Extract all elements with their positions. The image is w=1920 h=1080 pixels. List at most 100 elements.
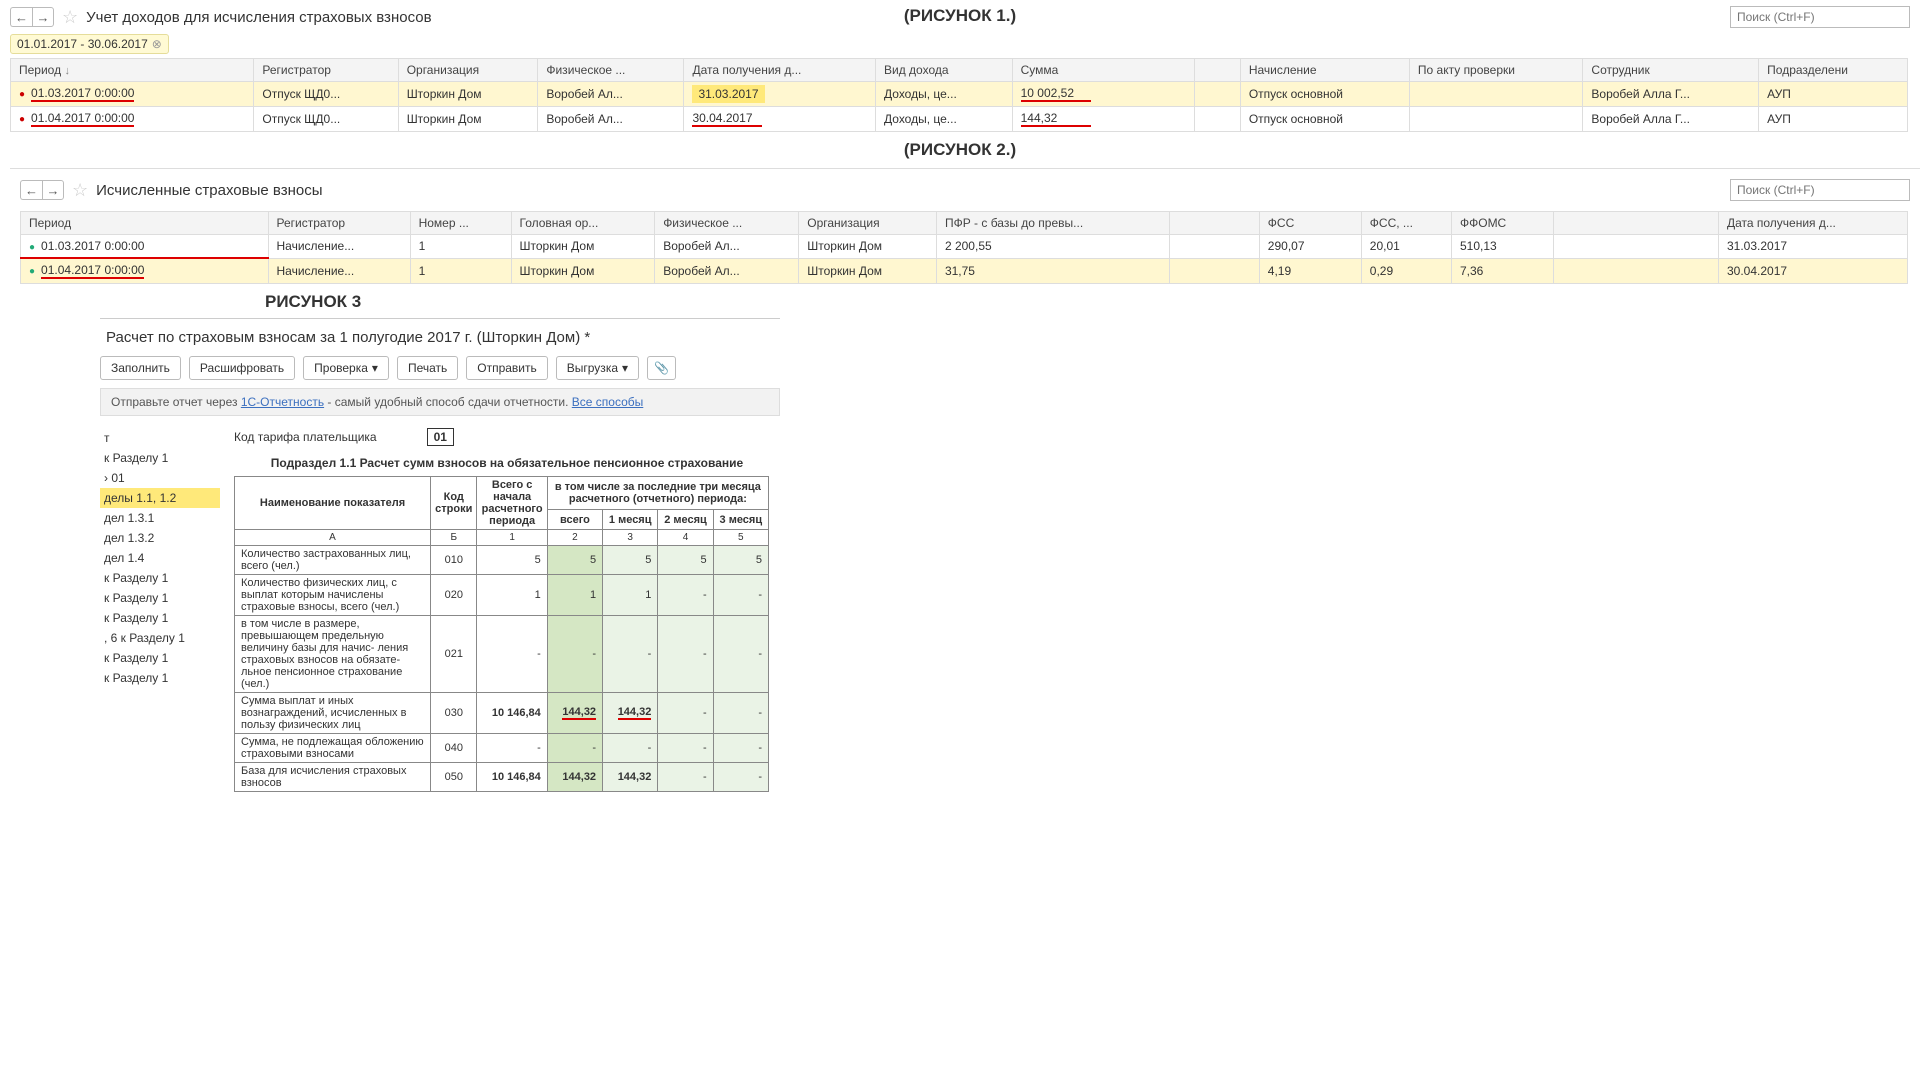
tree-item[interactable]: дел 1.3.1 <box>100 508 220 528</box>
table-row[interactable]: База для исчисления страховых взносов050… <box>235 763 769 792</box>
form-main: Код тарифа плательщика 01 Подраздел 1.1 … <box>234 428 780 792</box>
figure-2: ← → ☆ Исчисленные страховые взносы Перио… <box>10 168 1920 284</box>
star-icon[interactable]: ☆ <box>72 180 88 201</box>
col-period[interactable]: Период <box>21 212 269 235</box>
fill-button[interactable]: Заполнить <box>100 356 181 380</box>
page-title: Учет доходов для исчисления страховых вз… <box>86 9 431 26</box>
check-button[interactable]: Проверка▾ <box>303 356 389 380</box>
col-employee[interactable]: Сотрудник <box>1583 59 1759 82</box>
col-sum[interactable]: Сумма <box>1012 59 1195 82</box>
decode-button[interactable]: Расшифровать <box>189 356 295 380</box>
th-group: в том числе за последние три месяца расч… <box>547 477 768 510</box>
badge-text: 01.01.2017 - 30.06.2017 <box>17 37 148 51</box>
col-department[interactable]: Подразделени <box>1759 59 1908 82</box>
period-filter-badge[interactable]: 01.01.2017 - 30.06.2017 ⊗ <box>10 34 169 54</box>
col-registrar[interactable]: Регистратор <box>268 212 410 235</box>
col-period[interactable]: Период ↓ <box>11 59 254 82</box>
tree-item[interactable]: к Разделу 1 <box>100 588 220 608</box>
th-code: Код строки <box>431 477 477 530</box>
col-registrar[interactable]: Регистратор <box>254 59 398 82</box>
col-pfr[interactable]: ПФР - с базы до превы... <box>936 212 1169 235</box>
back-button[interactable]: ← <box>10 7 32 27</box>
tree-item[interactable]: к Разделу 1 <box>100 448 220 468</box>
tree-item[interactable]: делы 1.1, 1.2 <box>100 488 220 508</box>
col-fss[interactable]: ФСС <box>1259 212 1361 235</box>
table-row[interactable]: Сумма выплат и иных вознаграждений, исчи… <box>235 693 769 734</box>
report-title: Расчет по страховым взносам за 1 полугод… <box>106 329 780 346</box>
divider <box>100 318 780 319</box>
col-organization[interactable]: Организация <box>799 212 937 235</box>
star-icon[interactable]: ☆ <box>62 7 78 28</box>
col-ffoms[interactable]: ФФОМС <box>1451 212 1553 235</box>
table-row[interactable]: ●01.04.2017 0:00:00Начисление...1Шторкин… <box>21 258 1908 284</box>
export-button[interactable]: Выгрузка▾ <box>556 356 639 380</box>
th-m2: 2 месяц <box>658 510 713 530</box>
col-number[interactable]: Номер ... <box>410 212 511 235</box>
figure-caption-2: (РИСУНОК 2.) <box>0 140 1920 160</box>
col-person[interactable]: Физическое ... <box>538 59 684 82</box>
th-vsego: всего <box>547 510 602 530</box>
col-person[interactable]: Физическое ... <box>655 212 799 235</box>
th-m1: 1 месяц <box>603 510 658 530</box>
col-audit[interactable]: По акту проверки <box>1409 59 1583 82</box>
table-row[interactable]: Количество застрахованных лиц, всего (че… <box>235 546 769 575</box>
col-organization[interactable]: Организация <box>398 59 538 82</box>
col-income-type[interactable]: Вид дохода <box>876 59 1013 82</box>
forward-button[interactable]: → <box>32 7 54 27</box>
close-icon[interactable]: ⊗ <box>152 37 162 51</box>
send-button[interactable]: Отправить <box>466 356 548 380</box>
table-row[interactable]: в том числе в размере, превышающем преде… <box>235 616 769 693</box>
regulatory-table: Наименование показателя Код строки Всего… <box>234 476 769 792</box>
tree-item[interactable]: дел 1.4 <box>100 548 220 568</box>
figure-3: РИСУНОК 3 Расчет по страховым взносам за… <box>100 292 780 792</box>
col-accrual[interactable]: Начисление <box>1240 59 1409 82</box>
col-blank2[interactable] <box>1553 212 1718 235</box>
col-blank[interactable] <box>1169 212 1259 235</box>
page-title: Исчисленные страховые взносы <box>96 182 322 199</box>
col-head-org[interactable]: Головная ор... <box>511 212 655 235</box>
toolbar: Заполнить Расшифровать Проверка▾ Печать … <box>100 356 780 380</box>
figure-caption-3: РИСУНОК 3 <box>265 292 780 312</box>
tariff-label: Код тарифа плательщика <box>234 430 377 444</box>
back-button[interactable]: ← <box>20 180 42 200</box>
col-receipt-date[interactable]: Дата получения д... <box>1718 212 1907 235</box>
tree-item[interactable]: к Разделу 1 <box>100 648 220 668</box>
th-name: Наименование показателя <box>235 477 431 530</box>
table-row[interactable]: Количество физических лиц, с выплат кото… <box>235 575 769 616</box>
section-heading: Подраздел 1.1 Расчет сумм взносов на обя… <box>234 456 780 470</box>
col-fss-ns[interactable]: ФСС, ... <box>1361 212 1451 235</box>
col-blank[interactable] <box>1195 59 1241 82</box>
table-row[interactable]: ●01.03.2017 0:00:00Начисление...1Шторкин… <box>21 235 1908 259</box>
print-button[interactable]: Печать <box>397 356 458 380</box>
sort-icon: ↓ <box>64 65 70 77</box>
tree-item[interactable]: т <box>100 428 220 448</box>
th-total: Всего с начала расчетного периода <box>477 477 547 530</box>
link-1c-report[interactable]: 1С-Отчетность <box>241 395 324 409</box>
tree-item[interactable]: дел 1.3.2 <box>100 528 220 548</box>
search-input[interactable] <box>1730 179 1910 201</box>
info-banner: Отправьте отчет через 1С-Отчетность - са… <box>100 388 780 416</box>
figure-1: ← → ☆ Учет доходов для исчисления страхо… <box>0 0 1920 132</box>
link-all-methods[interactable]: Все способы <box>572 395 644 409</box>
tree-item[interactable]: › 01 <box>100 468 220 488</box>
search-input[interactable] <box>1730 6 1910 28</box>
table-row[interactable]: ●01.03.2017 0:00:00Отпуск ЩД0...Шторкин … <box>11 82 1908 107</box>
tree-item[interactable]: , 6 к Разделу 1 <box>100 628 220 648</box>
tree-item[interactable]: к Разделу 1 <box>100 668 220 688</box>
income-grid: Период ↓ Регистратор Организация Физичес… <box>10 58 1908 132</box>
search-box <box>1730 6 1910 28</box>
tariff-code[interactable]: 01 <box>427 428 454 446</box>
table-row[interactable]: Сумма, не подлежащая обложению страховым… <box>235 734 769 763</box>
tree-item[interactable]: к Разделу 1 <box>100 608 220 628</box>
contributions-grid: Период Регистратор Номер ... Головная ор… <box>20 211 1908 284</box>
chevron-down-icon: ▾ <box>622 361 628 375</box>
section-tree[interactable]: тк Разделу 1› 01делы 1.1, 1.2дел 1.3.1де… <box>100 428 220 792</box>
table-row[interactable]: ●01.04.2017 0:00:00Отпуск ЩД0...Шторкин … <box>11 107 1908 132</box>
forward-button[interactable]: → <box>42 180 64 200</box>
tree-item[interactable]: к Разделу 1 <box>100 568 220 588</box>
search-box <box>1730 179 1910 201</box>
chevron-down-icon: ▾ <box>372 361 378 375</box>
th-m3: 3 месяц <box>713 510 768 530</box>
col-receipt-date[interactable]: Дата получения д... <box>684 59 876 82</box>
attach-button[interactable]: 📎 <box>647 356 676 380</box>
